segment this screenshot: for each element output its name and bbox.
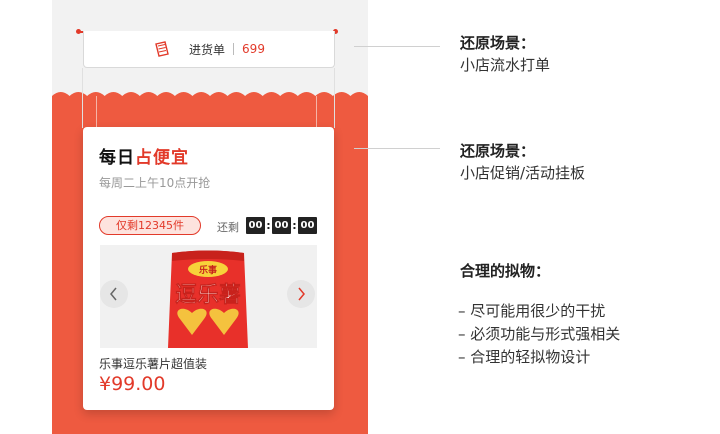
- countdown-timer: 00 : 00 : 00: [246, 217, 317, 234]
- countdown-hours: 00: [246, 217, 265, 234]
- card-subtitle: 每周二上午10点开抢: [99, 176, 211, 190]
- annotation-leader-line: [354, 148, 440, 149]
- carousel-next-button[interactable]: [287, 280, 315, 308]
- hanging-string: [96, 96, 97, 127]
- annotation-heading: 还原场景：: [460, 34, 536, 52]
- annotation-heading: 还原场景：: [460, 142, 536, 160]
- chevron-left-icon: [110, 287, 117, 301]
- receipt-count: 699: [242, 42, 265, 56]
- list-item: – 必须功能与形式强相关: [458, 325, 621, 343]
- divider: [233, 43, 235, 55]
- product-name: 乐事逗乐薯片超值装: [99, 357, 208, 371]
- annotation-body: 小店流水打单: [460, 56, 551, 74]
- chevron-right-icon: [298, 287, 305, 301]
- annotation-leader-line: [354, 46, 440, 47]
- annotation-body: 小店促销/活动挂板: [460, 164, 586, 182]
- daily-deal-card[interactable]: 每日占便宜 每周二上午10点开抢 仅剩12345件 还剩 00 : 00 : 0…: [83, 127, 334, 410]
- annotation-heading: 合理的拟物：: [460, 262, 551, 280]
- hanging-string: [82, 68, 83, 128]
- card-title: 每日占便宜: [99, 143, 189, 168]
- countdown-label: 还剩: [217, 221, 239, 234]
- colon: :: [292, 219, 297, 232]
- card-title-part1: 每日: [99, 148, 135, 168]
- clipboard-list-icon: [155, 41, 169, 57]
- list-item: – 合理的轻拟物设计: [458, 348, 591, 366]
- countdown-seconds: 00: [298, 217, 317, 234]
- list-item: – 尽可能用很少的干扰: [458, 302, 606, 320]
- design-principles-list: – 尽可能用很少的干扰 – 必须功能与形式强相关 – 合理的轻拟物设计: [458, 300, 620, 369]
- bag-brand-text: 乐事: [199, 264, 217, 276]
- hanging-string: [316, 96, 317, 127]
- receipt-label: 进货单: [189, 42, 226, 57]
- hanging-string: [334, 68, 335, 128]
- product-price: ¥99.00: [99, 373, 166, 395]
- colon: :: [266, 219, 271, 232]
- stock-remaining-badge: 仅剩12345件: [99, 216, 201, 235]
- card-title-part2: 占便宜: [135, 148, 189, 168]
- bag-product-text: 逗乐薯: [175, 283, 241, 308]
- chip-bag-image: 乐事 逗乐薯: [168, 250, 248, 348]
- stock-list-receipt[interactable]: 进货单 699: [83, 31, 335, 68]
- carousel-prev-button[interactable]: [100, 280, 128, 308]
- countdown-minutes: 00: [272, 217, 291, 234]
- product-image[interactable]: 乐事 逗乐薯: [100, 245, 317, 348]
